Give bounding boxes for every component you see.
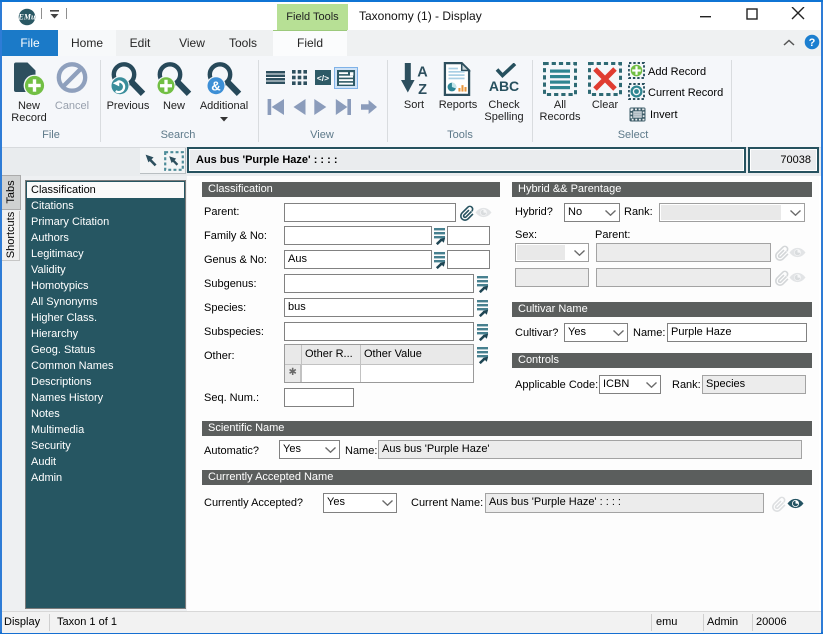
svg-text:A: A bbox=[417, 65, 428, 81]
svg-text:Z: Z bbox=[418, 82, 427, 95]
svg-text:&: & bbox=[211, 78, 220, 93]
svg-text:</>: </> bbox=[317, 73, 329, 83]
svg-text:EMu: EMu bbox=[18, 13, 36, 22]
svg-text:ABC: ABC bbox=[489, 78, 519, 94]
svg-text:?: ? bbox=[809, 37, 816, 49]
